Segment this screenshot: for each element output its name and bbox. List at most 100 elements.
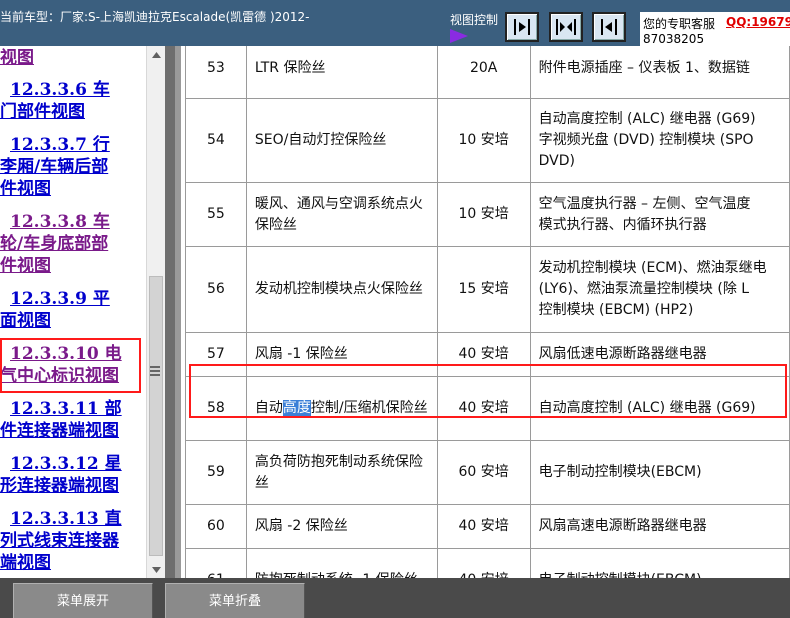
fuse-circuit: 自动高度控制 (ALC) 继电器 (G69) [529, 376, 790, 441]
circuit-line: 控制模块 (EBCM) (HP2) [538, 302, 694, 318]
fuse-description: LTR 保险丝 [245, 46, 438, 99]
top-header: 当前车型：厂家:S-上海凯迪拉克Escalade(凯雷德 )2012- 视图控制… [0, 0, 790, 46]
menu-expand-button[interactable]: 菜单展开 [13, 583, 153, 618]
fuse-description: 防抱死制动系统 -1 保险丝 [245, 548, 438, 578]
nav-scrollbar[interactable] [146, 46, 165, 578]
nav-item-label: 12.3.3.13 直 [10, 509, 122, 529]
service-qq-link[interactable]: QQ:196790 [726, 15, 790, 29]
circuit-line: 自动高度控制 (ALC) 继电器 (G69) [538, 111, 756, 127]
nav-item-12-3-3-12[interactable]: 12.3.3.12 星 形连接器端视图 [0, 453, 122, 497]
circuit-line: 自动高度控制 (ALC) 继电器 (G69) [538, 400, 756, 416]
nav-item-label: 件视图 [0, 179, 51, 199]
fuse-number: 53 [185, 46, 247, 99]
nav-item-12-3-3-13[interactable]: 12.3.3.13 直 列式线束连接器 端视图 [0, 508, 122, 574]
table-row: 56 发动机控制模块点火保险丝 15 安培 发动机控制模块 (ECM)、燃油泵继… [185, 246, 790, 333]
fuse-rating: 40 安培 [436, 548, 531, 578]
desc-text: 控制/压缩机保险丝 [310, 400, 428, 416]
circuit-line: 模式执行器、内循环执行器 [538, 216, 707, 233]
scroll-grip-icon [150, 364, 160, 376]
service-number: 87038205 [643, 32, 705, 46]
arrow-left-bar-icon [601, 19, 617, 35]
service-label: 您的专职客服 [643, 17, 716, 31]
customer-service-panel: 您的专职客服 QQ:196790 87038205 [640, 12, 790, 46]
table-row-selected: 58 自动高度控制/压缩机保险丝 40 安培 自动高度控制 (ALC) 继电器 … [185, 376, 790, 441]
fuse-rating: 15 安培 [436, 246, 531, 333]
nav-item-view[interactable]: 视图 [0, 47, 34, 69]
split-arrows-icon [556, 19, 576, 35]
desc-text: 自动 [254, 400, 283, 416]
search-highlight: 高度 [282, 400, 311, 416]
nav-selected-highlight [0, 338, 141, 393]
nav-item-label: 门部件视图 [0, 102, 85, 122]
circuit-line: 电子制动控制模块(EBCM) [538, 464, 702, 480]
nav-item-12-3-3-8[interactable]: 12.3.3.8 车 轮/车身底部部 件视图 [0, 211, 110, 277]
chevron-down-icon [151, 566, 161, 573]
bottom-bar: 菜单展开 菜单折叠 [0, 578, 790, 618]
fuse-circuit: 风扇低速电源断路器继电器 [529, 332, 790, 377]
nav-item-label: 12.3.3.8 车 [10, 212, 110, 232]
nav-item-label: 12.3.3.9 平 [10, 289, 110, 309]
fuse-number: 58 [185, 376, 247, 441]
fuse-description: 发动机控制模块点火保险丝 [245, 246, 438, 333]
view-expand-left-button[interactable] [592, 12, 626, 42]
nav-item-12-3-3-6[interactable]: 12.3.3.6 车 门部件视图 [0, 79, 110, 123]
fuse-rating: 40 安培 [436, 376, 531, 441]
play-triangle-icon [450, 29, 468, 43]
fuse-description: 自动高度控制/压缩机保险丝 [245, 376, 438, 441]
view-collapse-left-button[interactable] [505, 12, 539, 42]
fuse-description: 风扇 -2 保险丝 [245, 504, 438, 549]
circuit-line: 字视频光盘 (DVD) 控制模块 (SPO [538, 132, 754, 148]
table-row: 53 LTR 保险丝 20A 附件电源插座 – 仪表板 1、数据链 [185, 46, 790, 99]
circuit-line: 发动机控制模块 (ECM)、燃油泵继电 [538, 260, 767, 276]
nav-item-12-3-3-7[interactable]: 12.3.3.7 行 李厢/车辆后部 件视图 [0, 134, 110, 200]
table-row: 60 风扇 -2 保险丝 40 安培 风扇高速电源断路器继电器 [185, 504, 790, 549]
view-control-label: 视图控制 [450, 13, 499, 27]
arrow-right-bar-icon [514, 19, 530, 35]
fuse-circuit: 电子制动控制模块(EBCM) [529, 548, 790, 578]
nav-item-label: 12.3.3.12 星 [10, 454, 122, 474]
nav-item-label: 12.3.3.11 部 [10, 399, 122, 419]
fuse-table: 53 LTR 保险丝 20A 附件电源插座 – 仪表板 1、数据链 54 SEO… [185, 46, 790, 578]
menu-collapse-button[interactable]: 菜单折叠 [165, 583, 305, 618]
fuse-number: 56 [185, 246, 247, 333]
fuse-rating: 10 安培 [436, 182, 531, 247]
nav-item-label: 李厢/车辆后部 [0, 157, 109, 177]
fuse-description: 暖风、通风与空调系统点火保险丝 [245, 182, 438, 247]
pane-splitter[interactable] [165, 46, 175, 578]
fuse-circuit: 风扇高速电源断路器继电器 [529, 504, 790, 549]
fuse-number: 55 [185, 182, 247, 247]
view-split-button[interactable] [549, 12, 583, 42]
fuse-circuit: 电子制动控制模块(EBCM) [529, 440, 790, 505]
content-pane: 53 LTR 保险丝 20A 附件电源插座 – 仪表板 1、数据链 54 SEO… [175, 46, 790, 578]
fuse-rating: 10 安培 [436, 98, 531, 183]
fuse-rating: 20A [436, 46, 531, 99]
nav-item-label: 列式线束连接器 [0, 531, 119, 551]
scrollbar-thumb[interactable] [149, 276, 163, 556]
nav-item-12-3-3-11[interactable]: 12.3.3.11 部 件连接器端视图 [0, 398, 122, 442]
vehicle-info: 当前车型：厂家:S-上海凯迪拉克Escalade(凯雷德 )2012- [0, 10, 310, 24]
nav-item-label: 件连接器端视图 [0, 421, 119, 441]
table-row: 55 暖风、通风与空调系统点火保险丝 10 安培 空气温度执行器 – 左侧、空气… [185, 182, 790, 247]
nav-item-label: 端视图 [0, 553, 51, 573]
fuse-circuit: 附件电源插座 – 仪表板 1、数据链 [529, 46, 790, 99]
scroll-up-button[interactable] [147, 46, 165, 63]
circuit-line: 电子制动控制模块(EBCM) [539, 570, 781, 578]
fuse-description: SEO/自动灯控保险丝 [245, 98, 438, 183]
circuit-line: 附件电源插座 – 仪表板 1、数据链 [538, 60, 750, 76]
fuse-rating: 40 安培 [436, 332, 531, 377]
fuse-number: 57 [185, 332, 247, 377]
nav-item-label: 12.3.3.6 车 [10, 80, 110, 100]
fuse-circuit: 自动高度控制 (ALC) 继电器 (G69) 字视频光盘 (DVD) 控制模块 … [529, 98, 790, 183]
circuit-line: 风扇低速电源断路器继电器 [538, 346, 707, 362]
nav-item-label: 视图 [0, 48, 34, 68]
fuse-number: 61 [185, 548, 247, 578]
fuse-circuit: 空气温度执行器 – 左侧、空气温度 模式执行器、内循环执行器 [529, 182, 790, 247]
fuse-number: 60 [185, 504, 247, 549]
scroll-down-button[interactable] [147, 561, 165, 578]
nav-item-12-3-3-9[interactable]: 12.3.3.9 平 面视图 [0, 288, 110, 332]
fuse-circuit: 发动机控制模块 (ECM)、燃油泵继电 (LY6)、燃油泵流量控制模块 (除 L… [529, 246, 790, 333]
table-row: 57 风扇 -1 保险丝 40 安培 风扇低速电源断路器继电器 [185, 332, 790, 377]
nav-item-label: 轮/车身底部部 [0, 234, 109, 254]
nav-item-label: 面视图 [0, 311, 51, 331]
circuit-line: (LY6)、燃油泵流量控制模块 (除 L [538, 281, 750, 297]
